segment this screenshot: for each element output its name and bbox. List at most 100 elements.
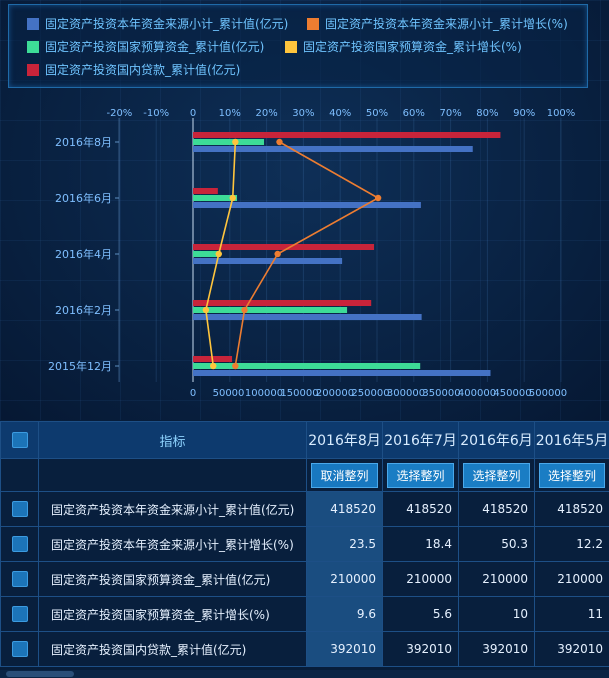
bar — [193, 363, 421, 369]
value-tick-label: 100000 — [245, 388, 283, 399]
legend-item[interactable]: 固定资产投资本年资金来源小计_累计值(亿元) — [27, 15, 288, 32]
select-all-cell — [0, 421, 39, 459]
bar — [193, 258, 343, 264]
select-all-checkbox[interactable] — [11, 432, 28, 448]
legend-item[interactable]: 固定资产投资国家预算资金_累计增长(%) — [285, 38, 522, 55]
value-cell: 11 — [534, 596, 609, 632]
value-tick-label: 0 — [190, 388, 196, 399]
pct-tick-label: 50% — [366, 108, 388, 119]
row-checkbox[interactable] — [11, 501, 28, 517]
pct-tick-label: -20% — [106, 108, 132, 119]
value-tick-label: 300000 — [387, 388, 425, 399]
pct-tick-label: 70% — [439, 108, 461, 119]
horizontal-scrollbar[interactable] — [0, 670, 609, 678]
value-tick-label: 500000 — [529, 388, 567, 399]
value-cell: 210000 — [306, 561, 383, 597]
pct-tick-label: -10% — [143, 108, 169, 119]
value-cell: 210000 — [382, 561, 459, 597]
row-checkbox[interactable] — [11, 641, 28, 657]
row-select-cell — [0, 561, 39, 597]
row-checkbox[interactable] — [11, 536, 28, 552]
legend-label: 固定资产投资本年资金来源小计_累计值(亿元) — [45, 17, 289, 31]
empty-cell — [0, 458, 39, 492]
legend-swatch — [27, 17, 39, 30]
column-button-cell: 取消整列 — [306, 458, 383, 492]
table-header-row: 指标 2016年8月 2016年7月 2016年6月 2016年5月 — [0, 421, 609, 459]
category-label: 2016年2月 — [55, 303, 112, 317]
pct-tick-label: 10% — [219, 108, 241, 119]
table-row: 固定资产投资国家预算资金_累计增长(%) 9.6 5.6 10 11 — [0, 596, 609, 632]
pct-tick-label: 30% — [292, 108, 314, 119]
empty-cell — [38, 458, 307, 492]
indicator-name: 固定资产投资国家预算资金_累计增长(%) — [38, 596, 307, 632]
bar — [193, 132, 501, 138]
legend-label: 固定资产投资本年资金来源小计_累计增长(%) — [325, 17, 568, 31]
value-cell: 392010 — [306, 631, 383, 667]
value-tick-label: 350000 — [422, 388, 460, 399]
bar — [193, 314, 422, 320]
scrollbar-thumb[interactable] — [6, 671, 74, 677]
legend-label: 固定资产投资国内贷款_累计值(亿元) — [45, 63, 241, 77]
data-point — [276, 138, 283, 146]
pct-tick-label: 100% — [547, 108, 576, 119]
bar — [193, 251, 219, 257]
table-row: 固定资产投资国家预算资金_累计值(亿元) 210000 210000 21000… — [0, 561, 609, 597]
table-row: 固定资产投资国内贷款_累计值(亿元) 392010 392010 392010 … — [0, 631, 609, 667]
column-button-cell: 选择整列 — [458, 458, 535, 492]
row-checkbox[interactable] — [11, 571, 28, 587]
row-checkbox[interactable] — [11, 606, 28, 622]
category-label: 2016年4月 — [55, 247, 112, 261]
legend-item[interactable]: 固定资产投资本年资金来源小计_累计增长(%) — [307, 15, 568, 32]
legend-label: 固定资产投资国家预算资金_累计值(亿元) — [45, 40, 265, 54]
deselect-column-button[interactable]: 取消整列 — [311, 462, 378, 488]
pct-tick-label: 0 — [190, 108, 196, 119]
value-cell: 418520 — [382, 491, 459, 527]
data-point — [229, 194, 236, 202]
value-cell: 9.6 — [306, 596, 383, 632]
value-cell: 418520 — [306, 491, 383, 527]
chart-legend: 固定资产投资本年资金来源小计_累计值(亿元) 固定资产投资本年资金来源小计_累计… — [8, 4, 588, 88]
value-cell: 210000 — [534, 561, 609, 597]
column-button-cell: 选择整列 — [534, 458, 609, 492]
value-cell: 23.5 — [306, 526, 383, 562]
value-tick-label: 50000 — [213, 388, 245, 399]
value-tick-label: 250000 — [351, 388, 389, 399]
column-select-row: 取消整列 选择整列 选择整列 选择整列 — [0, 458, 609, 492]
value-cell: 10 — [458, 596, 535, 632]
data-point — [232, 362, 239, 370]
indicator-header: 指标 — [38, 421, 307, 459]
legend-swatch — [27, 63, 39, 76]
indicator-name: 固定资产投资本年资金来源小计_累计增长(%) — [38, 526, 307, 562]
month-header: 2016年7月 — [382, 421, 459, 459]
legend-swatch — [285, 40, 297, 53]
legend-item[interactable]: 固定资产投资国内贷款_累计值(亿元) — [27, 61, 240, 78]
pct-tick-label: 60% — [403, 108, 425, 119]
select-column-button[interactable]: 选择整列 — [387, 462, 454, 488]
indicator-name: 固定资产投资本年资金来源小计_累计值(亿元) — [38, 491, 307, 527]
value-cell: 5.6 — [382, 596, 459, 632]
value-cell: 392010 — [458, 631, 535, 667]
value-tick-label: 150000 — [280, 388, 318, 399]
bar — [193, 139, 264, 145]
value-cell: 392010 — [534, 631, 609, 667]
select-column-button[interactable]: 选择整列 — [463, 462, 530, 488]
select-column-button[interactable]: 选择整列 — [538, 462, 605, 488]
data-point — [274, 250, 281, 258]
legend-item[interactable]: 固定资产投资国家预算资金_累计值(亿元) — [27, 38, 264, 55]
value-tick-label: 400000 — [458, 388, 496, 399]
legend-swatch — [27, 40, 39, 53]
month-header: 2016年5月 — [534, 421, 609, 459]
value-cell: 418520 — [534, 491, 609, 527]
legend-label: 固定资产投资国家预算资金_累计增长(%) — [303, 40, 522, 54]
value-cell: 418520 — [458, 491, 535, 527]
row-select-cell — [0, 596, 39, 632]
value-cell: 50.3 — [458, 526, 535, 562]
data-table-container: 指标 2016年8月 2016年7月 2016年6月 2016年5月 取消整列 … — [0, 421, 609, 678]
bar — [193, 202, 421, 208]
data-point — [215, 250, 222, 258]
value-cell: 392010 — [382, 631, 459, 667]
data-point — [202, 306, 210, 314]
bar — [193, 307, 348, 313]
column-button-cell: 选择整列 — [382, 458, 459, 492]
row-select-cell — [0, 526, 39, 562]
